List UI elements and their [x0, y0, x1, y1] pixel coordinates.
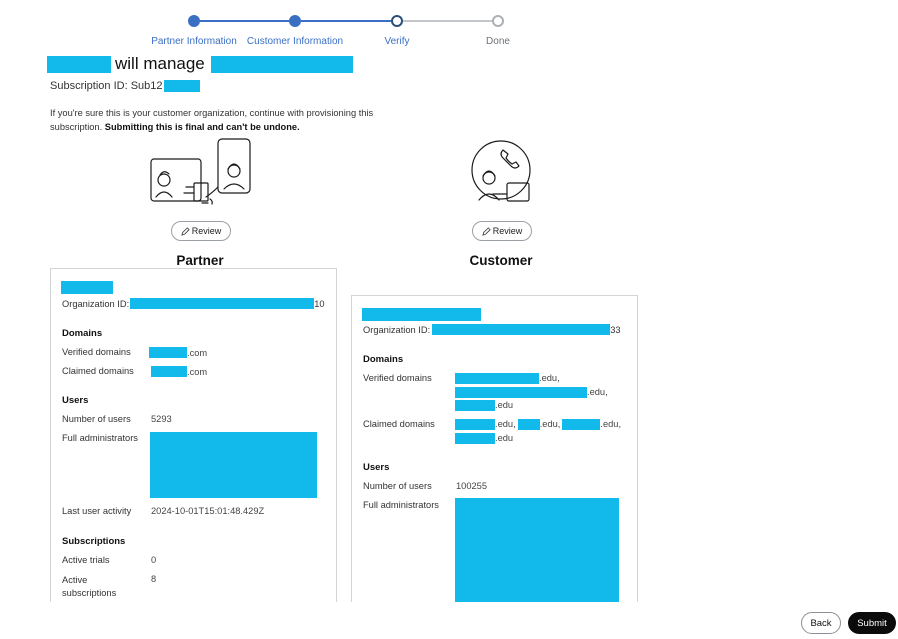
step-label-done: Done — [486, 36, 510, 47]
partner-active-subscriptions-value: 8 — [151, 574, 157, 584]
customer-verified-domains-label: Verified domains — [363, 373, 432, 383]
customer-full-admins-label: Full administrators — [363, 500, 439, 510]
partner-collaboration-illustration — [150, 138, 251, 205]
customer-org-id: Organization ID: 33 — [363, 324, 621, 335]
redacted-partner-org-name — [61, 281, 113, 294]
redacted-subscription-id — [163, 80, 200, 92]
redacted-partner-admins — [150, 432, 317, 498]
redacted-customer-name — [210, 55, 353, 73]
partner-heading: Partner — [176, 253, 224, 268]
customer-number-of-users-label: Number of users — [363, 481, 432, 491]
partner-last-activity-label: Last user activity — [62, 506, 132, 516]
partner-claimed-domains-value: .com — [151, 366, 207, 377]
customer-review-label: Review — [492, 226, 523, 236]
customer-verified-domains-value: .edu, .edu, .edu — [455, 372, 635, 413]
step-dot-verify — [391, 15, 403, 27]
active-subs-label-line2: subscriptions — [62, 588, 117, 598]
footer-bar — [0, 602, 898, 639]
active-subs-label-line1: Active — [62, 575, 88, 585]
partner-details-card: Organization ID: 10 Domains Verified dom… — [50, 268, 337, 612]
partner-verified-domains-value: .com — [149, 347, 207, 358]
customer-domains-heading: Domains — [363, 354, 404, 365]
domain-suffix: .edu, — [600, 419, 622, 429]
org-id-label: Organization ID: — [62, 298, 130, 309]
domain-suffix: .edu, — [539, 373, 560, 383]
domain-suffix: .com — [187, 347, 208, 358]
step-label-customer-information: Customer Information — [246, 36, 344, 47]
domain-suffix: .com — [187, 366, 208, 377]
partner-active-trials-label: Active trials — [62, 555, 110, 565]
partner-full-admins-label: Full administrators — [62, 433, 138, 443]
subscription-id-label: Subscription ID: Sub12 — [50, 80, 163, 92]
redacted-domain — [151, 366, 187, 377]
subscription-id: Subscription ID: Sub12 — [50, 80, 200, 92]
confirmation-description: If you're sure this is your customer org… — [50, 106, 410, 134]
redacted-domain — [455, 386, 587, 398]
partner-users-heading: Users — [62, 395, 89, 406]
submit-button[interactable]: Submit — [848, 612, 896, 634]
back-button[interactable]: Back — [801, 612, 841, 634]
progress-stepper: Partner Information Customer Information… — [0, 12, 898, 52]
partner-claimed-domains-label: Claimed domains — [62, 366, 134, 376]
customer-users-heading: Users — [363, 462, 390, 473]
redacted-customer-admins — [455, 498, 619, 608]
org-id-suffix: 33 — [610, 324, 621, 335]
step-connector — [301, 20, 391, 22]
step-connector — [403, 20, 492, 22]
redacted-org-id — [130, 298, 315, 309]
customer-claimed-domains-label: Claimed domains — [363, 419, 435, 429]
partner-org-id: Organization ID: 10 — [62, 298, 325, 309]
domain-suffix: .edu — [495, 400, 514, 410]
step-dot-customer-information — [289, 15, 301, 27]
partner-last-activity-value: 2024-10-01T15:01:48.429Z — [151, 506, 265, 516]
domain-suffix: .edu, — [495, 419, 516, 429]
redacted-domain — [455, 432, 495, 444]
pencil-icon — [481, 226, 491, 236]
customer-review-button[interactable]: Review — [472, 221, 532, 241]
redacted-org-id — [432, 324, 611, 335]
customer-number-of-users-value: 100255 — [456, 481, 488, 491]
step-dot-partner-information — [188, 15, 200, 27]
customer-claimed-domains-value: .edu, .edu, .edu, .edu — [455, 418, 635, 445]
redacted-domain — [455, 373, 539, 385]
redacted-domain — [455, 400, 495, 412]
partner-verified-domains-label: Verified domains — [62, 347, 131, 357]
customer-details-card: Organization ID: 33 Domains Verified dom… — [351, 295, 638, 612]
domain-suffix: .edu, — [539, 419, 561, 429]
customer-heading: Customer — [469, 253, 533, 268]
partner-active-subscriptions-label: Active subscriptions — [62, 574, 116, 600]
step-dot-done — [492, 15, 504, 27]
partner-review-button[interactable]: Review — [171, 221, 231, 241]
step-label-partner-information: Partner Information — [151, 36, 237, 47]
step-label-verify: Verify — [384, 36, 410, 47]
partner-review-label: Review — [191, 226, 222, 236]
step-connector — [200, 20, 289, 22]
domain-suffix: .edu, — [587, 386, 608, 397]
org-id-suffix: 10 — [314, 298, 325, 309]
partner-number-of-users-label: Number of users — [62, 414, 131, 424]
partner-subscriptions-heading: Subscriptions — [62, 536, 126, 547]
redacted-domain — [517, 419, 540, 431]
customer-support-illustration — [471, 140, 531, 202]
page-title: will manage — [47, 54, 353, 74]
partner-domains-heading: Domains — [62, 328, 103, 339]
redacted-domain — [562, 419, 601, 431]
partner-active-trials-value: 0 — [151, 555, 157, 565]
org-id-label: Organization ID: — [363, 324, 431, 335]
redacted-partner-name — [47, 55, 111, 73]
partner-number-of-users-value: 5293 — [151, 414, 172, 424]
description-warning: Submitting this is final and can't be un… — [104, 122, 300, 132]
redacted-domain — [149, 347, 187, 358]
domain-suffix: .edu — [495, 432, 514, 443]
title-text: will manage — [115, 54, 205, 73]
redacted-domain — [455, 419, 495, 431]
redacted-customer-org-name — [362, 308, 481, 321]
pencil-icon — [180, 226, 190, 236]
